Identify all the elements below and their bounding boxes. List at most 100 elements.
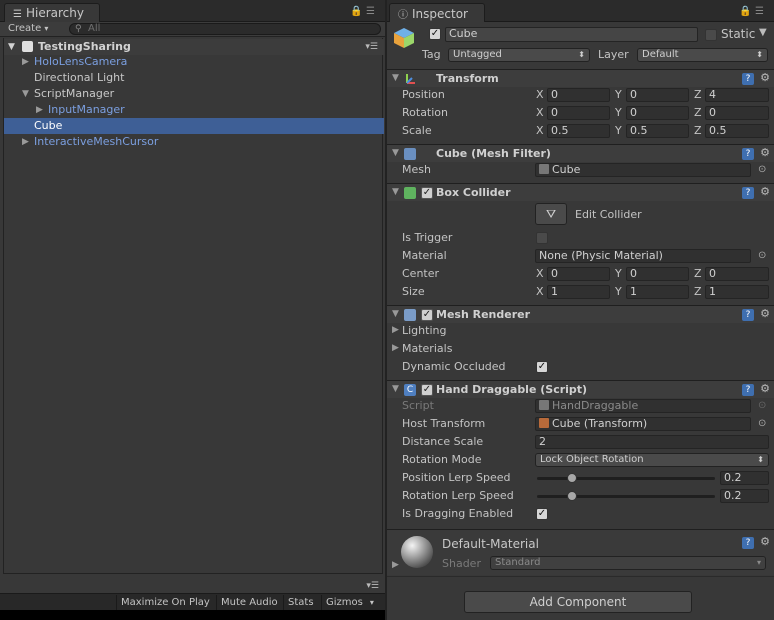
collapsed-arrow-icon[interactable]: ▶ [36,102,43,118]
scene-row[interactable]: ▼ TestingSharing ▾☰ [4,39,384,55]
fold-arrow-icon[interactable]: ▼ [392,148,399,158]
center-y-field[interactable]: 0 [626,267,689,281]
rotation-lerp-slider-track[interactable] [537,495,715,498]
gear-icon[interactable]: ⚙ [760,535,770,548]
host-transform-field[interactable]: Cube (Transform) [535,417,751,431]
gear-icon[interactable]: ⚙ [760,307,770,320]
active-checkbox[interactable]: ✓ [429,28,441,40]
stats-toggle[interactable]: Stats [283,595,318,610]
maximize-on-play-toggle[interactable]: Maximize On Play [116,595,214,610]
lock-icon[interactable]: 🔒 [739,6,751,17]
mesh-field[interactable]: Cube [535,163,751,177]
hierarchy-search-input[interactable]: ⚲ All [69,23,381,35]
pane-menu-icon[interactable]: ☰ [755,6,764,17]
fold-arrow-icon[interactable]: ▼ [392,309,399,319]
object-picker-icon[interactable]: ⊙ [758,250,766,261]
help-icon[interactable]: ? [742,187,754,199]
fold-arrow-icon[interactable]: ▼ [392,73,399,83]
gear-icon[interactable]: ⚙ [760,185,770,198]
axis-z-label: Z [694,106,702,119]
shader-dropdown[interactable]: Standard ▾ [490,556,766,570]
object-picker-icon[interactable]: ⊙ [758,418,766,429]
tag-dropdown[interactable]: Untagged ⬍ [448,48,590,62]
help-icon[interactable]: ? [742,384,754,396]
tab-inspector[interactable]: ⓘ Inspector [389,3,485,22]
materials-foldout[interactable]: ▶ Materials [392,342,452,355]
size-y-field[interactable]: 1 [626,285,689,299]
collapsed-arrow-icon[interactable]: ▶ [22,134,29,150]
pane-menu-icon[interactable]: ▾☰ [366,581,379,591]
distance-scale-field[interactable]: 2 [535,435,769,449]
mesh-filter-header[interactable]: ▼ Cube (Mesh Filter) ? ⚙ [387,144,774,162]
scene-menu-icon[interactable]: ▾☰ [365,39,378,55]
scale-x-field[interactable]: 0.5 [547,124,610,138]
box-collider-header[interactable]: ▼ ✓ Box Collider ? ⚙ [387,183,774,201]
size-z-field[interactable]: 1 [705,285,769,299]
scale-y-field[interactable]: 0.5 [626,124,689,138]
help-icon[interactable]: ? [742,309,754,321]
help-icon[interactable]: ? [742,537,754,549]
rotation-y-field[interactable]: 0 [626,106,689,120]
mesh-renderer-enabled-checkbox[interactable]: ✓ [421,309,433,321]
position-lerp-slider-handle[interactable] [567,473,577,483]
fold-arrow-icon[interactable]: ▼ [392,384,399,394]
scale-z-field[interactable]: 0.5 [705,124,769,138]
object-name-field[interactable]: Cube [445,27,698,42]
collapsed-arrow-icon[interactable]: ▶ [22,54,29,70]
dynamic-occluded-label: Dynamic Occluded [402,360,506,373]
center-z-field[interactable]: 0 [705,267,769,281]
size-x-field[interactable]: 1 [547,285,610,299]
lock-icon[interactable]: 🔒 [350,6,362,17]
rotation-x-field[interactable]: 0 [547,106,610,120]
fold-arrow-icon[interactable]: ▼ [392,187,399,197]
edit-collider-button[interactable]: ⛛ [535,203,567,225]
rotation-lerp-speed-label: Rotation Lerp Speed [402,489,514,502]
tab-hierarchy[interactable]: ☰ Hierarchy [4,3,100,22]
gizmos-dropdown[interactable]: Gizmos ▾ [321,595,377,610]
position-x-field[interactable]: 0 [547,88,610,102]
hand-draggable-enabled-checkbox[interactable]: ✓ [421,384,433,396]
physic-material-field[interactable]: None (Physic Material) [535,249,751,263]
mute-audio-toggle[interactable]: Mute Audio [216,595,282,610]
expand-arrow-icon[interactable]: ▼ [8,39,15,55]
object-picker-icon[interactable]: ⊙ [758,164,766,175]
hierarchy-item-cube[interactable]: Cube [4,118,384,134]
position-lerp-slider-track[interactable] [537,477,715,480]
rotation-z-field[interactable]: 0 [705,106,769,120]
box-collider-enabled-checkbox[interactable]: ✓ [421,187,433,199]
hierarchy-item-script-manager[interactable]: ▼ ScriptManager [4,86,384,102]
collapsed-arrow-icon[interactable]: ▶ [392,560,399,570]
hierarchy-item-input-manager[interactable]: ▶ InputManager [4,102,384,118]
rotation-lerp-speed-field[interactable]: 0.2 [720,489,769,503]
static-checkbox[interactable] [705,29,717,41]
hand-draggable-header[interactable]: ▼ C ✓ Hand Draggable (Script) ? ⚙ [387,380,774,398]
expanded-arrow-icon[interactable]: ▼ [22,86,29,102]
script-label: Script [402,399,434,412]
lighting-foldout[interactable]: ▶ Lighting [392,324,446,337]
gear-icon[interactable]: ⚙ [760,146,770,159]
rotation-lerp-slider-handle[interactable] [567,491,577,501]
static-dropdown-icon[interactable]: ▼ [759,27,767,38]
position-z-field[interactable]: 4 [705,88,769,102]
rotation-mode-dropdown[interactable]: Lock Object Rotation ⬍ [535,453,769,467]
mesh-renderer-header[interactable]: ▼ ✓ Mesh Renderer ? ⚙ [387,305,774,323]
help-icon[interactable]: ? [742,148,754,160]
transform-header[interactable]: ▼ Transform ? ⚙ [387,69,774,87]
is-trigger-checkbox[interactable] [536,232,548,244]
help-icon[interactable]: ? [742,73,754,85]
position-lerp-speed-field[interactable]: 0.2 [720,471,769,485]
dynamic-occluded-checkbox[interactable]: ✓ [536,361,548,373]
layer-dropdown[interactable]: Default ⬍ [637,48,768,62]
gear-icon[interactable]: ⚙ [760,71,770,84]
position-y-field[interactable]: 0 [626,88,689,102]
hierarchy-item-holo-lens-camera[interactable]: ▶ HoloLensCamera [4,54,384,70]
create-dropdown[interactable]: Create ▾ [4,22,52,36]
layer-label: Layer [598,48,629,61]
gear-icon[interactable]: ⚙ [760,382,770,395]
pane-menu-icon[interactable]: ☰ [366,6,375,17]
hierarchy-item-directional-light[interactable]: Directional Light [4,70,384,86]
is-dragging-enabled-checkbox[interactable]: ✓ [536,508,548,520]
center-x-field[interactable]: 0 [547,267,610,281]
hierarchy-item-interactive-mesh-cursor[interactable]: ▶ InteractiveMeshCursor [4,134,384,150]
add-component-button[interactable]: Add Component [464,591,692,613]
